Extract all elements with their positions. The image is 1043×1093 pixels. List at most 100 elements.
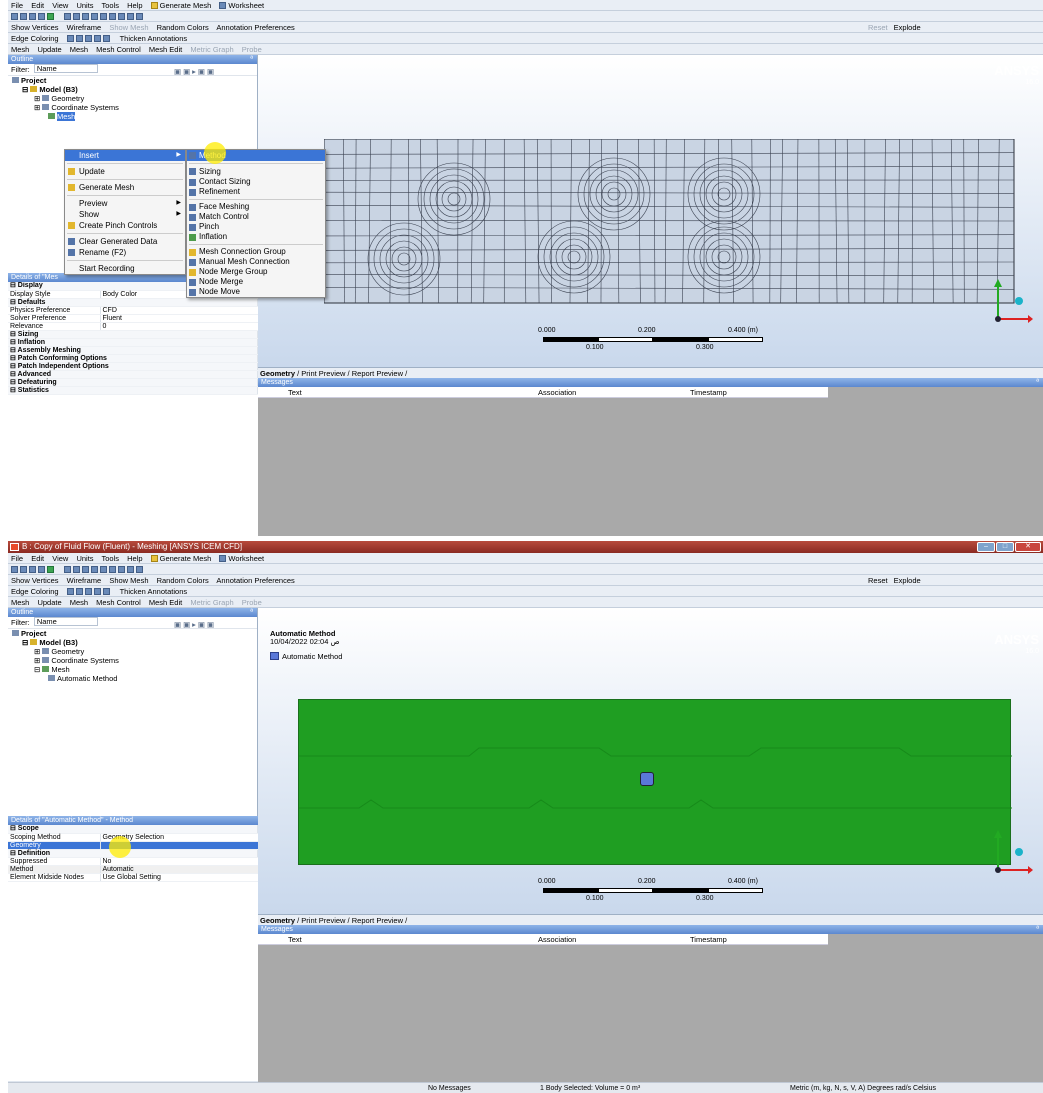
tree-item-project[interactable]: Project — [12, 629, 257, 638]
worksheet-button[interactable]: Worksheet — [219, 554, 264, 563]
generate-mesh-button[interactable]: Generate Mesh — [150, 554, 211, 563]
details-value[interactable]: No — [100, 857, 258, 866]
thicken-annotations-button[interactable]: Thicken Annotations — [120, 34, 188, 43]
menu-view[interactable]: View — [52, 554, 68, 563]
graphics-viewport[interactable]: ANSYS 16.0 0.000 0.200 0.400 (m) 0.100 0.… — [258, 55, 1043, 367]
submenu-refinement[interactable]: Refinement — [187, 187, 325, 197]
details-value[interactable]: Fluent — [100, 314, 258, 323]
mesh-dropdown[interactable]: Mesh — [70, 598, 88, 607]
metric-graph-button[interactable]: Metric Graph — [190, 45, 233, 54]
submenu-mesh-connection-group[interactable]: Mesh Connection Group — [187, 247, 325, 257]
menu-item-start-recording[interactable]: Start Recording — [65, 263, 185, 274]
details-value[interactable]: Use Global Setting — [100, 873, 258, 882]
tab-report-preview[interactable]: Report Preview — [352, 369, 403, 378]
annotation-preferences-button[interactable]: Annotation Preferences — [216, 576, 294, 585]
menu-tools[interactable]: Tools — [101, 1, 119, 10]
menu-item-create-pinch[interactable]: Create Pinch Controls — [65, 220, 185, 231]
tab-geometry[interactable]: Geometry — [260, 916, 295, 925]
details-row[interactable]: ⊟ Inflation — [8, 338, 258, 347]
details-row[interactable]: ⊟ Advanced — [8, 370, 258, 379]
filter-select[interactable]: Name — [33, 617, 98, 626]
submenu-inflation[interactable]: Inflation — [187, 232, 325, 242]
edge-coloring-button[interactable]: Edge Coloring — [11, 587, 59, 596]
tree-item-coordinate-systems[interactable]: ⊞ Coordinate Systems — [12, 656, 257, 665]
details-row[interactable]: Physics Preference CFD — [8, 306, 258, 315]
filter-select[interactable]: Name — [33, 64, 98, 73]
menu-item-rename[interactable]: Rename (F2) — [65, 247, 185, 258]
details-row[interactable]: ⊟ Patch Conforming Options — [8, 354, 258, 363]
details-row[interactable]: Solver Preference Fluent — [8, 314, 258, 323]
metric-graph-button[interactable]: Metric Graph — [190, 598, 233, 607]
axis-triad-icon[interactable] — [983, 828, 1033, 878]
mesh-control-dropdown[interactable]: Mesh Control — [96, 598, 141, 607]
tree-item-coordinate-systems[interactable]: ⊞ Coordinate Systems — [12, 103, 257, 112]
mesh-edit-dropdown[interactable]: Mesh Edit — [149, 45, 182, 54]
details-row[interactable]: ⊟ Sizing — [8, 330, 258, 339]
explode-button[interactable]: Explode — [894, 576, 921, 585]
details-value[interactable]: CFD — [100, 306, 258, 315]
edge-coloring-button[interactable]: Edge Coloring — [11, 34, 59, 43]
tree-item-model[interactable]: ⊟ Model (B3) — [12, 638, 257, 647]
probe-button[interactable]: Probe — [242, 598, 262, 607]
status-units[interactable]: Metric (m, kg, N, s, V, A) Degrees rad/s… — [790, 1083, 936, 1093]
view-tools-icon[interactable] — [64, 12, 145, 21]
mesh-dropdown[interactable]: Mesh — [70, 45, 88, 54]
mesh-control-dropdown[interactable]: Mesh Control — [96, 45, 141, 54]
details-row[interactable]: ⊟ Assembly Meshing — [8, 346, 258, 355]
tree-item-mesh[interactable]: Mesh — [12, 112, 257, 121]
random-colors-button[interactable]: Random Colors — [157, 576, 209, 585]
submenu-node-merge[interactable]: Node Merge — [187, 277, 325, 287]
menu-file[interactable]: File — [11, 554, 23, 563]
probe-button[interactable]: Probe — [242, 45, 262, 54]
view-tools-icon[interactable] — [64, 565, 145, 574]
tree-item-geometry[interactable]: ⊞ Geometry — [12, 94, 257, 103]
random-colors-button[interactable]: Random Colors — [157, 23, 209, 32]
show-vertices-button[interactable]: Show Vertices — [11, 576, 59, 585]
graphics-viewport[interactable]: Automatic Method 10/04/2022 02:04 ص Auto… — [258, 608, 1043, 914]
details-row[interactable]: Suppressed No — [8, 857, 258, 866]
wireframe-button[interactable]: Wireframe — [67, 23, 102, 32]
status-messages[interactable]: No Messages — [428, 1083, 471, 1093]
details-row[interactable]: Geometry — [8, 841, 258, 850]
menu-item-update[interactable]: Update — [65, 166, 185, 177]
edge-tools-icon[interactable] — [66, 34, 112, 43]
menu-item-show[interactable]: Show ▶ — [65, 209, 185, 220]
select-mode-icon[interactable] — [11, 565, 56, 574]
generate-mesh-button[interactable]: Generate Mesh — [150, 1, 211, 10]
menu-item-preview[interactable]: Preview ▶ — [65, 198, 185, 209]
maximize-button[interactable]: □ — [996, 542, 1014, 552]
menu-item-clear-data[interactable]: Clear Generated Data — [65, 236, 185, 247]
close-button[interactable]: ✕ — [1015, 542, 1041, 552]
tab-print-preview[interactable]: Print Preview — [301, 369, 345, 378]
details-row[interactable]: Scoping Method Geometry Selection — [8, 833, 258, 842]
edge-tools-icon[interactable] — [66, 587, 112, 596]
show-mesh-button[interactable]: Show Mesh — [109, 576, 148, 585]
submenu-manual-mesh-connection[interactable]: Manual Mesh Connection — [187, 257, 325, 267]
tree-item-automatic-method[interactable]: Automatic Method — [12, 674, 257, 683]
tab-report-preview[interactable]: Report Preview — [352, 916, 403, 925]
filter-tools-icon[interactable]: ▣▣▸▣▣ — [174, 619, 216, 631]
menu-units[interactable]: Units — [76, 554, 93, 563]
update-button[interactable]: Update — [37, 45, 61, 54]
submenu-face-meshing[interactable]: Face Meshing — [187, 202, 325, 212]
mesh-edit-dropdown[interactable]: Mesh Edit — [149, 598, 182, 607]
filter-tools-icon[interactable]: ▣▣▸▣▣ — [174, 66, 216, 78]
menu-edit[interactable]: Edit — [31, 1, 44, 10]
worksheet-button[interactable]: Worksheet — [219, 1, 264, 10]
selected-body[interactable] — [298, 699, 1012, 865]
tab-geometry[interactable]: Geometry — [260, 369, 295, 378]
menu-tools[interactable]: Tools — [101, 554, 119, 563]
details-row[interactable]: ⊟ Definition — [8, 849, 258, 858]
menu-edit[interactable]: Edit — [31, 554, 44, 563]
minimize-button[interactable]: – — [977, 542, 995, 552]
menu-units[interactable]: Units — [76, 1, 93, 10]
submenu-node-move[interactable]: Node Move — [187, 287, 325, 297]
menu-item-generate-mesh[interactable]: Generate Mesh — [65, 182, 185, 193]
details-row[interactable]: ⊟ Defeaturing — [8, 378, 258, 387]
details-row[interactable]: ⊟ Defaults — [8, 298, 258, 307]
show-vertices-button[interactable]: Show Vertices — [11, 23, 59, 32]
submenu-sizing[interactable]: Sizing — [187, 166, 325, 177]
select-mode-icon[interactable] — [11, 12, 56, 21]
menu-view[interactable]: View — [52, 1, 68, 10]
details-row[interactable]: ⊟ Patch Independent Options — [8, 362, 258, 371]
